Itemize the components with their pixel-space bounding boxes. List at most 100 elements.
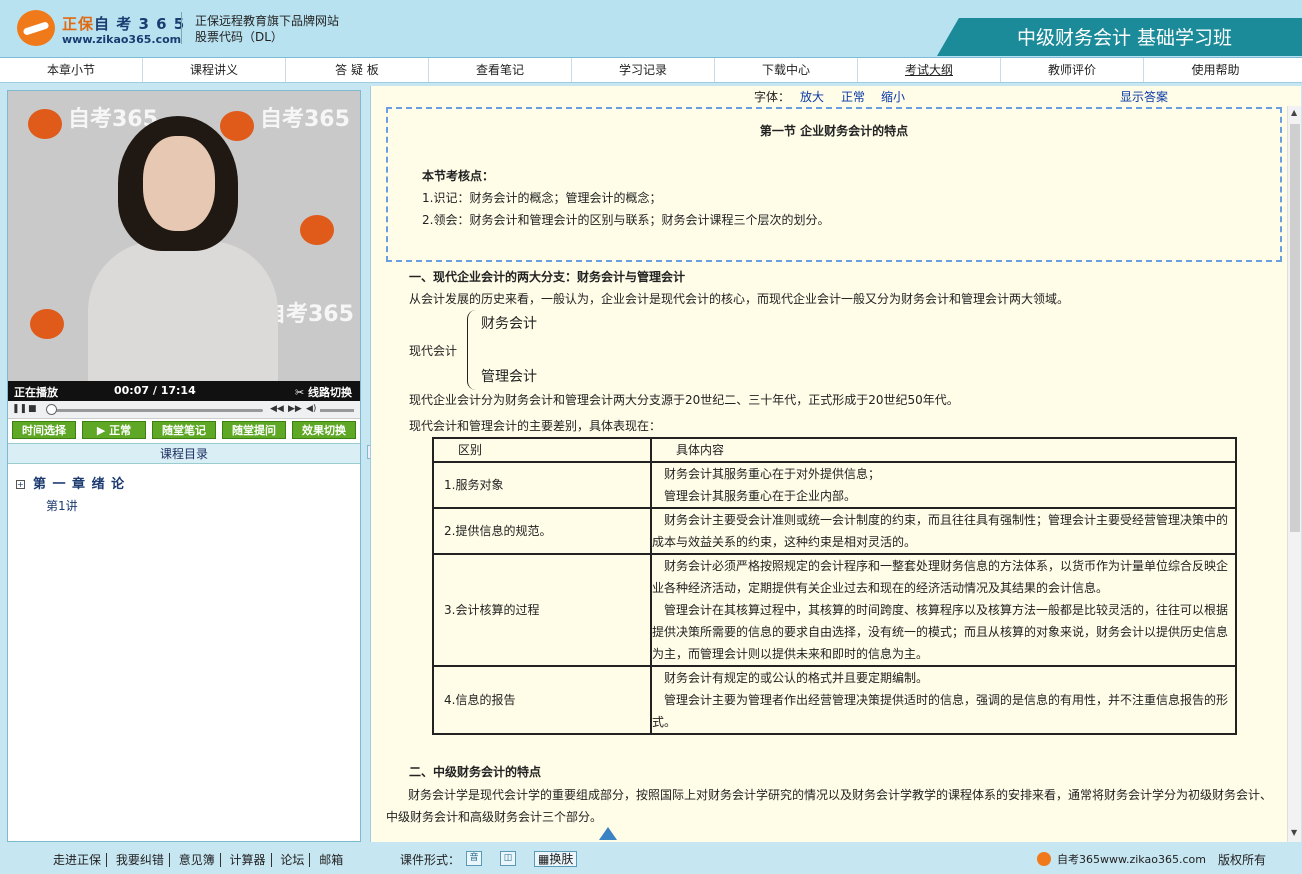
scrollbar[interactable]: ▲ ▼ (1287, 106, 1301, 842)
nav-view-notes[interactable]: 查看笔记 (429, 58, 572, 82)
presenter-image (88, 241, 278, 381)
header-divider (181, 12, 182, 44)
brace-top: 财务会计 (481, 316, 537, 332)
font-enlarge-link[interactable]: 放大 (800, 88, 824, 105)
footer-links: 走进正保 我要纠错 意见簿 计算器 论坛 邮箱 (53, 851, 348, 868)
volume-icon[interactable]: ◀) (306, 404, 316, 414)
table-row: 4.信息的报告 财务会计有规定的或公认的格式并且要定期编制。 管理会计主要为管理… (432, 665, 1237, 735)
speed-normal-button[interactable]: ▶ 正常 (82, 421, 146, 439)
change-skin-button[interactable]: ▦换肤 (534, 851, 578, 867)
forward-icon[interactable]: ▶▶ (288, 404, 302, 414)
footer-link-feedback[interactable]: 意见簿 (173, 853, 221, 867)
watermark-logo-icon (28, 109, 62, 139)
layout-mode-icon[interactable]: ◫ (500, 851, 516, 866)
table-header-row: 区别 具体内容 (432, 437, 1237, 463)
courseware-form-label: 课件形式： (400, 853, 461, 867)
table-cell-content: 财务会计有规定的或公认的格式并且要定期编制。 管理会计主要为管理者作出经营管理决… (650, 665, 1237, 735)
class-notes-button[interactable]: 随堂笔记 (152, 421, 216, 439)
nav-qa-board[interactable]: 答 疑 板 (286, 58, 429, 82)
stop-icon[interactable]: ■ (28, 404, 37, 414)
logo-text[interactable]: 正保自 考 3 6 5 (62, 13, 185, 34)
copyright: 版权所有 (1218, 853, 1267, 867)
watermark-text: 自考365 (260, 107, 350, 132)
font-normal-link[interactable]: 正常 (841, 88, 865, 105)
table-cell-content: 财务会计其服务重心在于对外提供信息； 管理会计其服务重心在于企业内部。 (650, 461, 1237, 509)
font-shrink-link[interactable]: 缩小 (881, 88, 905, 105)
font-label: 字体： (754, 90, 791, 104)
left-panel: 自考365 自考365 自考365 正在播放 00:07 / 17:14 ✂ 线… (7, 90, 361, 842)
table-header-cell: 区别 (432, 437, 652, 463)
logo-url: www.zikao365.com (62, 33, 182, 46)
footer: 走进正保 我要纠错 意见簿 计算器 论坛 邮箱 课件形式： 音 ◫ ▦换肤 自考… (0, 845, 1302, 874)
brace-icon (467, 310, 479, 390)
nav-study-record[interactable]: 学习记录 (572, 58, 715, 82)
tagline: 正保远程教育旗下品牌网站 (195, 14, 340, 28)
toc-lecture-item[interactable]: 第1讲 (46, 497, 78, 514)
scroll-down-icon[interactable]: ▼ (1291, 828, 1297, 837)
nav-chapter-summary[interactable]: 本章小节 (0, 58, 143, 82)
brand-logo-icon (1037, 852, 1051, 866)
video-controls: ❚❚ ■ ◀◀ ▶▶ ◀) (8, 401, 360, 419)
video-player[interactable]: 自考365 自考365 自考365 (8, 91, 360, 381)
expand-icon[interactable]: + (16, 480, 25, 489)
table-cell-label: 4.信息的报告 (432, 665, 652, 735)
nav-exam-outline[interactable]: 考试大纲 (858, 58, 1001, 82)
table-row: 1.服务对象 财务会计其服务重心在于对外提供信息； 管理会计其服务重心在于企业内… (432, 461, 1237, 509)
scroll-up-icon[interactable]: ▲ (1291, 108, 1297, 117)
table-header-cell: 具体内容 (650, 437, 1237, 463)
watermark-logo-icon (30, 309, 64, 339)
section-title: 第一节 企业财务会计的特点 (759, 124, 909, 138)
table-cell-content: 财务会计必须严格按照规定的会计程序和一整套处理财务信息的方法体系，以货币作为计量… (650, 553, 1237, 667)
key-point: 2.领会：财务会计和管理会计的区别与联系；财务会计课程三个层次的划分。 (422, 213, 830, 227)
key-point: 1.识记：财务会计的概念；管理会计的概念； (422, 191, 662, 205)
stock-code: 股票代码（DL） (195, 30, 283, 44)
nav-download-center[interactable]: 下载中心 (715, 58, 858, 82)
heading-one: 一、现代企业会计的两大分支：财务会计与管理会计 (409, 270, 686, 284)
nav-help[interactable]: 使用帮助 (1144, 58, 1287, 82)
footer-brand: 自考365www.zikao365.com (1037, 851, 1206, 867)
presenter-image (143, 136, 215, 231)
time-select-button[interactable]: 时间选择 (12, 421, 76, 439)
nav-course-notes[interactable]: 课程讲义 (143, 58, 286, 82)
table-cell-label: 2.提供信息的规范。 (432, 507, 652, 555)
show-answer-link[interactable]: 显示答案 (1120, 88, 1168, 105)
rewind-icon[interactable]: ◀◀ (270, 404, 284, 414)
paragraph: 现代会计和管理会计的主要差别，具体表现在： (409, 419, 662, 433)
audio-mode-icon[interactable]: 音 (466, 851, 482, 866)
course-title: 中级财务会计 基础学习班 (937, 18, 1302, 56)
effect-switch-button[interactable]: 效果切换 (292, 421, 356, 439)
watermark-logo-icon (220, 111, 254, 141)
table-row: 2.提供信息的规范。 财务会计主要受会计准则或统一会计制度的约束，而且往往具有强… (432, 507, 1237, 555)
footer-link-forum[interactable]: 论坛 (275, 853, 311, 867)
watermark-logo-icon (300, 215, 334, 245)
table-row: 3.会计核算的过程 财务会计必须严格按照规定的会计程序和一整套处理财务信息的方法… (432, 553, 1237, 667)
heading-two: 二、中级财务会计的特点 (409, 765, 542, 779)
toc-chapter[interactable]: + 第 一 章 绪 论 (16, 473, 125, 492)
nav-teacher-review[interactable]: 教师评价 (1001, 58, 1144, 82)
seek-bar[interactable] (48, 409, 263, 412)
pause-icon[interactable]: ❚❚ (12, 404, 27, 414)
lecture-content: 字体： 放大 正常 缩小 显示答案 第一节 企业财务会计的特点 本节考核点： 1… (370, 86, 1301, 842)
playback-time: 00:07 / 17:14 (114, 384, 196, 397)
switch-line-button[interactable]: ✂ 线路切换 (295, 384, 352, 400)
top-nav: 本章小节 课程讲义 答 疑 板 查看笔记 学习记录 下载中心 考试大纲 教师评价… (0, 58, 1302, 83)
scroll-thumb[interactable] (1290, 124, 1300, 532)
footer-link-report-error[interactable]: 我要纠错 (110, 853, 170, 867)
paragraph: 从会计发展的历史来看，一般认为，企业会计是现代会计的核心，而现代企业会计一般又分… (409, 292, 1070, 306)
class-question-button[interactable]: 随堂提问 (222, 421, 286, 439)
footer-link-mail[interactable]: 邮箱 (314, 853, 348, 867)
playback-status: 正在播放 (14, 386, 58, 399)
key-points-heading: 本节考核点： (422, 169, 495, 183)
table-cell-label: 3.会计核算的过程 (432, 553, 652, 667)
seek-handle[interactable] (46, 404, 57, 415)
footer-link-about[interactable]: 走进正保 (53, 853, 108, 867)
volume-slider[interactable] (320, 409, 354, 412)
video-status-bar: 正在播放 00:07 / 17:14 ✂ 线路切换 (8, 381, 360, 401)
brace-bottom: 管理会计 (481, 369, 537, 385)
footer-link-calculator[interactable]: 计算器 (224, 853, 272, 867)
brace-root: 现代会计 (409, 344, 458, 358)
table-cell-content: 财务会计主要受会计准则或统一会计制度的约束，而且往往具有强制性；管理会计主要受经… (650, 507, 1237, 555)
back-to-top-icon[interactable] (599, 827, 617, 840)
skin-icon: ▦ (538, 852, 550, 866)
logo-icon[interactable] (17, 10, 55, 46)
